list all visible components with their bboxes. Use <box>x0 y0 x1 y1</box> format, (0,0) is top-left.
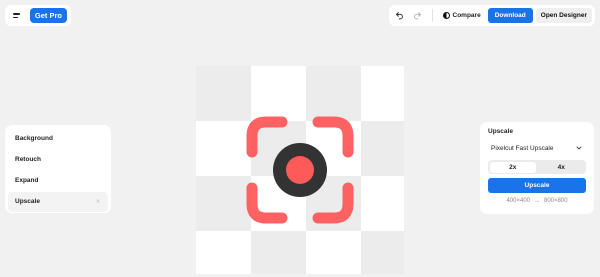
scale-option-4x[interactable]: 4x <box>538 162 585 173</box>
top-left-bar: Get Pro <box>5 5 71 26</box>
hamburger-menu-icon[interactable] <box>9 8 24 24</box>
record-icon-image <box>246 116 354 224</box>
get-pro-button[interactable]: Get Pro <box>29 8 67 23</box>
tool-upscale[interactable]: Upscale × <box>8 191 108 212</box>
compare-label: Compare <box>452 12 481 19</box>
toolbar-divider <box>431 9 433 22</box>
redo-icon[interactable] <box>410 8 425 23</box>
size-conversion: 400×400 → 800×800 <box>488 198 586 204</box>
arrow-right-icon: → <box>534 198 540 204</box>
tool-label: Background <box>15 134 53 142</box>
download-button[interactable]: Download <box>487 8 533 23</box>
tool-retouch[interactable]: Retouch <box>8 149 108 169</box>
to-size: 800×800 <box>544 198 568 204</box>
scale-option-2x[interactable]: 2x <box>489 161 536 173</box>
half-circle-contrast-icon <box>442 12 450 19</box>
compare-button[interactable]: Compare <box>439 8 485 23</box>
model-select[interactable]: Pixelcut Fast Upscale <box>488 141 586 155</box>
upscale-button[interactable]: Upscale <box>488 178 586 193</box>
scale-segmented-control: 2x 4x <box>488 160 586 174</box>
open-designer-button[interactable]: Open Designer <box>535 8 592 23</box>
from-size: 400×400 <box>506 198 530 204</box>
tool-label: Expand <box>15 177 39 185</box>
tool-label: Retouch <box>15 155 41 163</box>
tool-label: Upscale <box>15 198 40 206</box>
model-select-value: Pixelcut Fast Upscale <box>491 144 554 152</box>
panel-title: Upscale <box>488 128 513 135</box>
top-right-toolbar: Compare Download Open Designer <box>389 5 595 26</box>
close-icon[interactable]: × <box>96 198 100 205</box>
upscale-panel: Upscale Pixelcut Fast Upscale 2x 4x Upsc… <box>480 122 594 214</box>
image-canvas[interactable] <box>196 66 404 274</box>
undo-icon[interactable] <box>392 8 407 23</box>
tool-expand[interactable]: Expand <box>8 171 108 191</box>
tool-background[interactable]: Background <box>8 128 108 148</box>
tools-panel: Background Retouch Expand Upscale × <box>5 125 111 213</box>
chevron-down-icon <box>576 146 582 150</box>
